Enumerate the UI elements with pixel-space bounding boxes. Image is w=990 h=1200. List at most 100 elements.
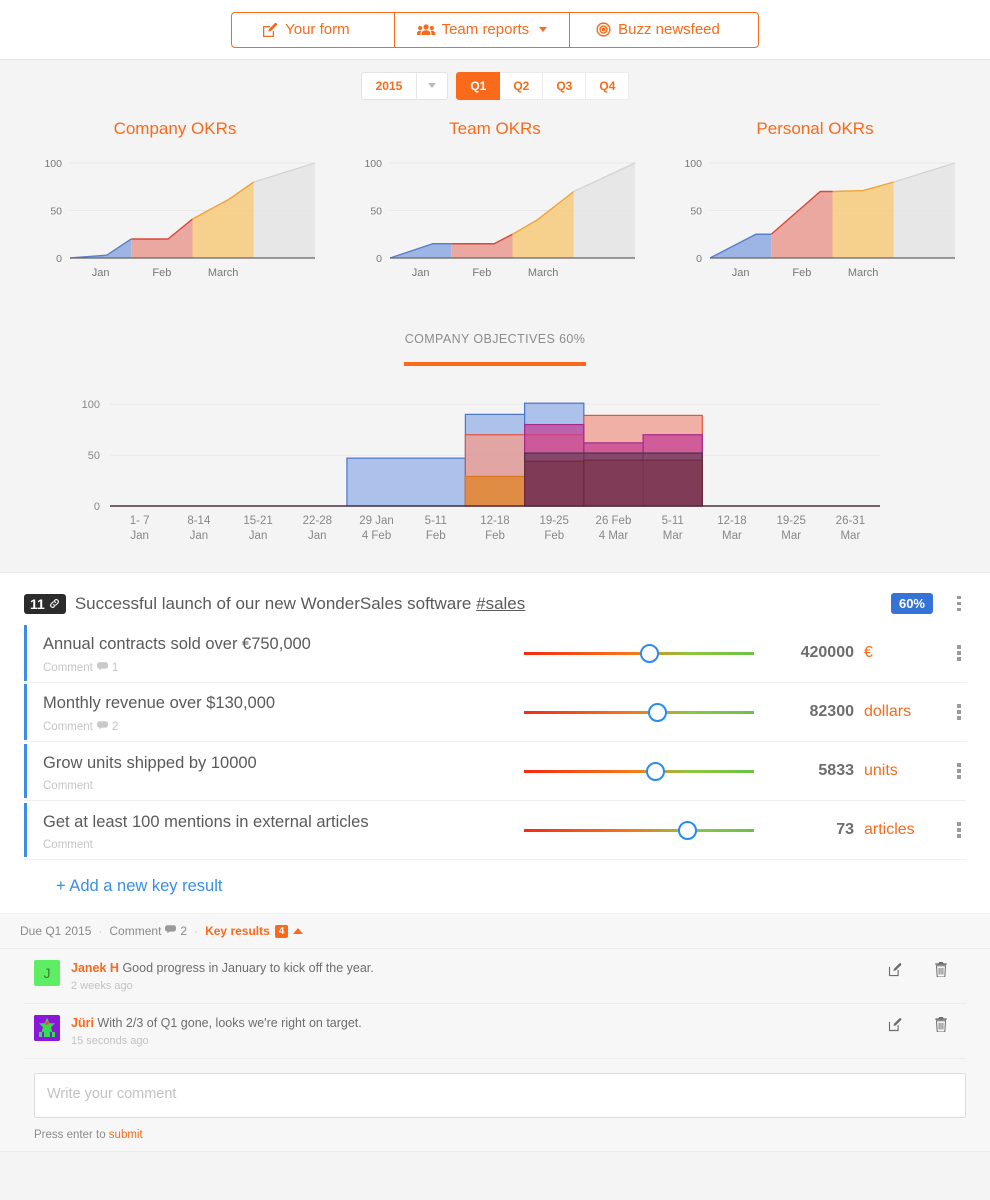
svg-text:12-18: 12-18 (480, 515, 509, 527)
key-result-comment-link[interactable]: Comment 2 (43, 720, 275, 734)
year-dropdown[interactable]: 2015 (360, 71, 449, 100)
key-result-row: Annual contracts sold over €750,000 Comm… (24, 624, 966, 683)
svg-text:Feb: Feb (152, 267, 171, 279)
company-objectives-heading: COMPANY OBJECTIVES 60% (0, 332, 990, 366)
svg-text:50: 50 (370, 206, 382, 218)
svg-text:Feb: Feb (792, 267, 811, 279)
key-result-comment-link[interactable]: Comment 1 (43, 661, 311, 675)
year-dropdown-toggle[interactable] (417, 73, 447, 99)
quarter-button-q2[interactable]: Q2 (500, 71, 544, 100)
key-result-name: Get at least 100 mentions in external ar… (43, 812, 369, 831)
mini-chart-title-team: Team OKRs (449, 119, 541, 138)
svg-text:100: 100 (82, 399, 100, 411)
mini-chart-team-okrs: Team OKRs 0 50 100 Jan Feb March (340, 119, 650, 290)
quarter-button-q4[interactable]: Q4 (586, 71, 630, 100)
link-chain-icon (49, 597, 60, 611)
key-result-comment-label: Comment (43, 721, 93, 734)
svg-text:26-31: 26-31 (836, 515, 865, 527)
objective-comments-link[interactable]: Comment 2 (109, 924, 187, 938)
slider-handle[interactable] (648, 703, 668, 722)
slider-handle[interactable] (640, 644, 660, 663)
key-result-left: Grow units shipped by 10000 Comment (24, 743, 524, 799)
key-result-texts: Grow units shipped by 10000 Comment (43, 744, 257, 798)
chevron-down-icon (539, 27, 548, 32)
key-result-slider[interactable] (524, 819, 754, 841)
comment-item: J Janek H Good progress in January to ki… (24, 949, 966, 1004)
key-result-comment-link[interactable]: Comment (43, 839, 369, 851)
slider-track (524, 829, 754, 832)
key-result-value: 82300 (809, 703, 855, 720)
key-result-kebab-menu[interactable] (952, 704, 966, 720)
key-result-slider[interactable] (524, 642, 754, 664)
avatar (34, 1014, 60, 1041)
key-result-kebab-menu[interactable] (952, 822, 966, 838)
key-result-comment-count: 1 (111, 662, 119, 675)
year-value[interactable]: 2015 (362, 72, 418, 99)
objective-tag-sales[interactable]: #sales (476, 594, 525, 613)
comment-author[interactable]: Janek H (71, 961, 119, 975)
chevron-up-icon (293, 928, 304, 934)
nav-button-your-form[interactable]: Your form (231, 11, 394, 48)
svg-text:5-11: 5-11 (662, 515, 684, 527)
objective-comment-count: 2 (180, 924, 188, 938)
comments-list: J Janek H Good progress in January to ki… (0, 949, 990, 1059)
slider-handle[interactable] (678, 821, 698, 840)
svg-text:Feb: Feb (472, 267, 491, 279)
objective-id-badge[interactable]: 11 (24, 593, 66, 614)
mini-chart-title-personal: Personal OKRs (756, 119, 874, 138)
slider-track (524, 711, 754, 714)
svg-text:Jan: Jan (249, 530, 268, 542)
key-result-row: Grow units shipped by 10000 Comment 5833… (24, 742, 966, 801)
slider-handle[interactable] (646, 762, 666, 781)
quarter-button-q1[interactable]: Q1 (456, 71, 501, 100)
edit-square-icon[interactable] (888, 962, 903, 982)
objective-kebab-menu[interactable] (952, 595, 966, 612)
svg-text:Feb: Feb (544, 530, 564, 542)
key-result-kebab-menu[interactable] (952, 763, 966, 779)
nav-label-team-reports: Team reports (441, 20, 530, 38)
key-result-accent (24, 684, 27, 740)
meta-separator: · (98, 924, 103, 938)
svg-text:Feb: Feb (485, 530, 505, 542)
meta-separator: · (194, 924, 199, 938)
key-result-row: Get at least 100 mentions in external ar… (24, 801, 966, 860)
objective-title-text: Successful launch of our new WonderSales… (74, 593, 472, 613)
key-result-comment-link[interactable]: Comment (43, 780, 257, 792)
submit-link[interactable]: submit (109, 1129, 143, 1141)
key-result-slider[interactable] (524, 760, 754, 782)
svg-text:100: 100 (44, 158, 62, 170)
key-result-texts: Get at least 100 mentions in external ar… (43, 803, 369, 857)
key-result-left: Get at least 100 mentions in external ar… (24, 802, 524, 858)
trash-icon[interactable] (934, 962, 948, 982)
svg-text:12-18: 12-18 (717, 515, 746, 527)
svg-text:19-25: 19-25 (776, 515, 805, 527)
objective-key-results-toggle[interactable]: Key results 4 (205, 924, 304, 938)
trash-icon[interactable] (934, 1016, 948, 1037)
objective-id-count: 11 (30, 595, 45, 612)
top-navigation-bar: Your form Team reports Buzz newsfeed (0, 0, 990, 60)
add-key-result-link[interactable]: + Add a new key result (0, 860, 990, 914)
objective-header: 11 Successful launch of our new WonderSa… (24, 593, 966, 624)
quarter-button-group: Q1 Q2 Q3 Q4 (456, 71, 630, 100)
comment-input[interactable] (34, 1072, 966, 1118)
svg-text:Mar: Mar (663, 530, 683, 542)
nav-button-team-reports[interactable]: Team reports (393, 11, 570, 48)
comment-timestamp: 2 weeks ago (71, 979, 133, 992)
svg-text:0: 0 (696, 253, 702, 265)
objective-comment-label: Comment (109, 924, 162, 938)
key-result-slider[interactable] (524, 701, 754, 723)
okr-mini-charts-row: Company OKRs 0 50 100 Jan Feb March Team OKRs… (0, 105, 990, 290)
svg-text:Mar: Mar (840, 530, 860, 542)
key-result-kebab-menu[interactable] (952, 645, 966, 661)
key-result-name: Grow units shipped by 10000 (43, 753, 257, 772)
comment-body: Janek H Good progress in January to kick… (71, 960, 877, 992)
objective-meta-bar: Due Q1 2015 · Comment 2 · Key results 4 (0, 914, 990, 949)
period-selector: 2015 Q1 Q2 Q3 Q4 (0, 60, 990, 105)
nav-button-buzz-newsfeed[interactable]: Buzz newsfeed (569, 11, 759, 48)
comment-author[interactable]: Jüri (71, 1016, 94, 1030)
quarter-button-q3[interactable]: Q3 (543, 71, 587, 100)
edit-square-icon[interactable] (888, 1017, 903, 1037)
svg-text:15-21: 15-21 (243, 515, 272, 527)
svg-text:0: 0 (56, 253, 62, 265)
svg-text:Mar: Mar (781, 530, 801, 542)
